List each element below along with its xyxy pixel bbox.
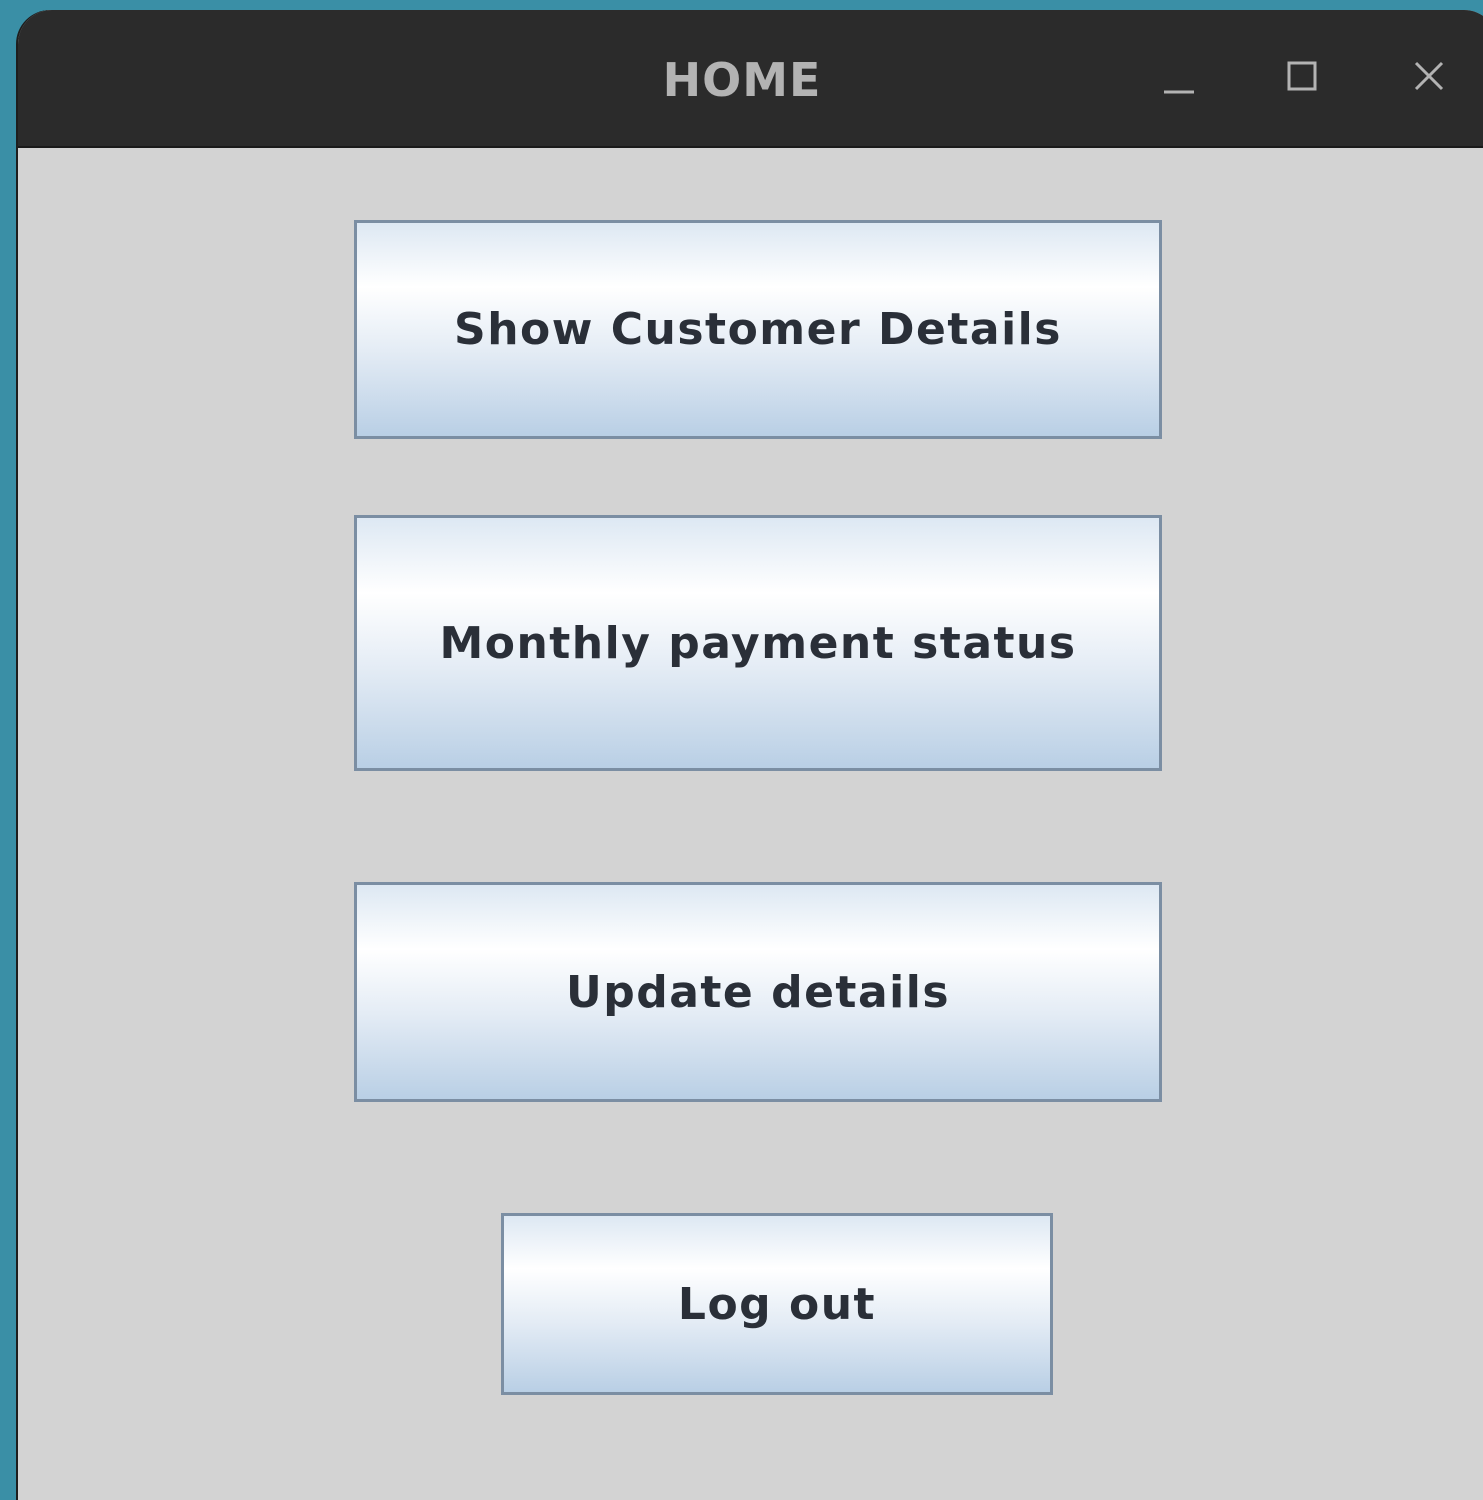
home-window: HOME Show Customer Details Monthly payme…	[18, 10, 1483, 1500]
show-customer-details-button[interactable]: Show Customer Details	[354, 220, 1162, 439]
monthly-payment-status-label: Monthly payment status	[439, 617, 1077, 669]
maximize-icon	[1287, 61, 1317, 91]
minimize-button[interactable]	[1148, 46, 1208, 106]
maximize-button[interactable]	[1272, 46, 1332, 106]
window-title: HOME	[662, 53, 822, 107]
update-details-label: Update details	[565, 966, 951, 1018]
minimize-icon	[1164, 90, 1194, 94]
log-out-button[interactable]: Log out	[501, 1213, 1053, 1395]
title-bar[interactable]: HOME	[18, 10, 1483, 148]
log-out-label: Log out	[677, 1278, 877, 1330]
close-icon	[1414, 61, 1444, 91]
update-details-button[interactable]: Update details	[354, 882, 1162, 1102]
monthly-payment-status-button[interactable]: Monthly payment status	[354, 515, 1162, 771]
close-button[interactable]	[1398, 46, 1458, 106]
show-customer-details-label: Show Customer Details	[454, 304, 1062, 355]
